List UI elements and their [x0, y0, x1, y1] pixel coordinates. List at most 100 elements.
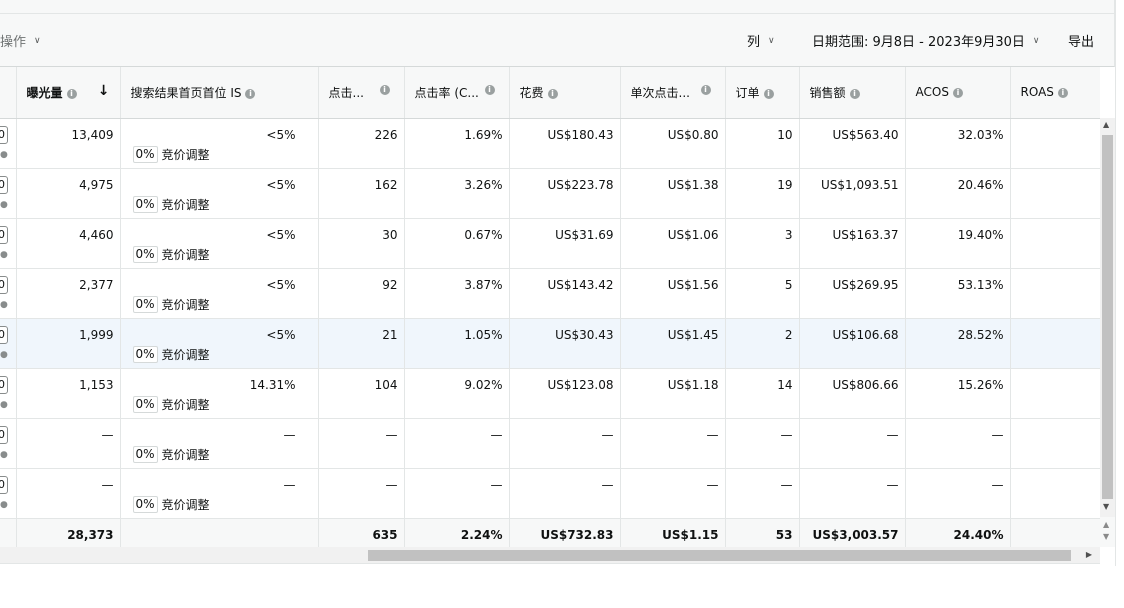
- row-select-cell: 0●: [0, 418, 17, 469]
- bid-input[interactable]: 0: [0, 375, 8, 394]
- bid-input[interactable]: 0: [0, 325, 8, 344]
- sort-descending-icon[interactable]: ↓: [98, 83, 110, 99]
- bid-adjustment[interactable]: 0% 竞价调整: [132, 445, 210, 463]
- header-left-edge: [0, 67, 17, 119]
- header-spend[interactable]: 花费 i: [509, 67, 621, 119]
- info-icon[interactable]: i: [379, 85, 390, 95]
- row-select-cell: 0●: [0, 318, 17, 369]
- total-is: [120, 518, 319, 547]
- table-row[interactable]: 0●1,999<5%0%竞价调整211.05%US$30.43US$1.452U…: [0, 318, 1100, 369]
- info-icon[interactable]: i: [952, 88, 963, 99]
- date-range-dropdown[interactable]: 日期范围: 9月8日 - 2023年9月30日 ∨: [812, 31, 1040, 50]
- header-orders[interactable]: 订单 i: [725, 67, 800, 119]
- orders-cell: —: [725, 468, 800, 519]
- sales-cell: —: [799, 418, 906, 469]
- bid-adjustment[interactable]: 0% 竞价调整: [132, 295, 210, 313]
- header-cpc[interactable]: 单次点击... i: [620, 67, 726, 119]
- top-of-search-is-cell: <5% 0% 竞价调整: [120, 318, 319, 369]
- vertical-scrollbar[interactable]: ▲ ▼: [1100, 118, 1115, 547]
- roas-cell: 5.1: [1010, 218, 1100, 269]
- dot-icon: ●: [0, 499, 8, 510]
- orders-cell: 3: [725, 218, 800, 269]
- bid-adjust-percent[interactable]: 0%: [132, 295, 158, 313]
- header-roas[interactable]: ROAS i: [1010, 67, 1100, 119]
- total-cpc: US$1.15: [620, 518, 726, 547]
- table-row[interactable]: 0●——0%竞价调整———————-: [0, 468, 1100, 519]
- impressions-cell: 2,377: [16, 268, 121, 319]
- info-icon[interactable]: i: [547, 88, 558, 99]
- bid-adjustment[interactable]: 0% 竞价调整: [132, 245, 210, 263]
- table-row[interactable]: 0●2,377<5%0%竞价调整923.87%US$143.42US$1.565…: [0, 268, 1100, 319]
- acos-cell: 15.26%: [905, 368, 1011, 419]
- bid-input[interactable]: 0: [0, 475, 8, 494]
- bid-input[interactable]: 0: [0, 225, 8, 244]
- scroll-right-icon[interactable]: ▶: [1086, 550, 1092, 559]
- scroll-up-icon[interactable]: ▲: [1103, 120, 1109, 129]
- table-row[interactable]: 0●4,460<5%0%竞价调整300.67%US$31.69US$1.063U…: [0, 218, 1100, 269]
- bid-adjust-percent[interactable]: 0%: [132, 195, 158, 213]
- header-top-of-search-is[interactable]: 搜索结果首页首位 IS i: [120, 67, 319, 119]
- columns-dropdown[interactable]: 列 ∨: [747, 31, 775, 50]
- scroll-down-icon[interactable]: ▼: [1103, 502, 1109, 511]
- actions-dropdown[interactable]: 操作 ∨: [0, 31, 41, 50]
- bid-adjust-percent[interactable]: 0%: [132, 345, 158, 363]
- bid-adjust-percent[interactable]: 0%: [132, 245, 158, 263]
- dot-icon: ●: [0, 249, 8, 260]
- bid-adjust-percent[interactable]: 0%: [132, 445, 158, 463]
- bid-adjustment[interactable]: 0% 竞价调整: [132, 395, 210, 413]
- info-icon[interactable]: i: [763, 88, 774, 99]
- row-select-cell: 0●: [0, 168, 17, 219]
- info-icon[interactable]: i: [700, 85, 711, 95]
- bid-input[interactable]: 0: [0, 175, 8, 194]
- acos-cell: 53.13%: [905, 268, 1011, 319]
- clicks-cell: —: [318, 418, 405, 469]
- bid-adjust-percent[interactable]: 0%: [132, 145, 158, 163]
- orders-cell: 5: [725, 268, 800, 319]
- scroll-up-icon[interactable]: ▲: [1103, 520, 1109, 529]
- bid-input[interactable]: 0: [0, 425, 8, 444]
- header-spend-label: 花费: [519, 85, 544, 100]
- bid-input[interactable]: 0: [0, 125, 8, 144]
- bid-adjustment[interactable]: 0% 竞价调整: [132, 495, 210, 513]
- info-icon[interactable]: i: [1057, 88, 1068, 99]
- bid-adjustment[interactable]: 0% 竞价调整: [132, 345, 210, 363]
- header-acos[interactable]: ACOS i: [905, 67, 1011, 119]
- horizontal-scrollbar[interactable]: ▶: [0, 547, 1100, 564]
- table-row[interactable]: 0●1,15314.31%0%竞价调整1049.02%US$123.08US$1…: [0, 368, 1100, 419]
- spend-cell: US$180.43: [509, 118, 621, 169]
- scroll-down-icon[interactable]: ▼: [1103, 532, 1109, 541]
- is-value: <5%: [266, 227, 296, 242]
- info-icon[interactable]: i: [245, 88, 256, 99]
- info-icon[interactable]: i: [849, 88, 860, 99]
- header-sales[interactable]: 销售额 i: [799, 67, 906, 119]
- table-toolbar: 操作 ∨ 列 ∨ 日期范围: 9月8日 - 2023年9月30日 ∨ 导出: [0, 14, 1115, 67]
- roas-cell: 6.5: [1010, 368, 1100, 419]
- header-ctr[interactable]: 点击率 (C... i: [404, 67, 510, 119]
- sales-cell: US$563.40: [799, 118, 906, 169]
- horizontal-scroll-thumb[interactable]: [368, 550, 1071, 561]
- spend-cell: US$123.08: [509, 368, 621, 419]
- table-row[interactable]: 0●13,409<5%0%竞价调整2261.69%US$180.43US$0.8…: [0, 118, 1100, 169]
- header-impressions[interactable]: 曝光量 i ↓: [16, 67, 121, 119]
- table-row[interactable]: 0●——0%竞价调整———————-: [0, 418, 1100, 469]
- header-cpc-label: 单次点击...: [630, 85, 690, 100]
- impressions-cell: 1,999: [16, 318, 121, 369]
- header-clicks[interactable]: 点击... i: [318, 67, 405, 119]
- bid-adjust-percent[interactable]: 0%: [132, 495, 158, 513]
- acos-cell: —: [905, 418, 1011, 469]
- clicks-cell: —: [318, 468, 405, 519]
- bid-adjustment[interactable]: 0% 竞价调整: [132, 145, 210, 163]
- info-icon[interactable]: i: [484, 85, 495, 95]
- bid-input[interactable]: 0: [0, 275, 8, 294]
- sales-cell: US$106.68: [799, 318, 906, 369]
- vertical-scroll-thumb[interactable]: [1102, 135, 1113, 499]
- ctr-cell: 9.02%: [404, 368, 510, 419]
- bid-adjust-percent[interactable]: 0%: [132, 395, 158, 413]
- info-icon[interactable]: i: [66, 88, 77, 99]
- table-row[interactable]: 0●4,975<5%0%竞价调整1623.26%US$223.78US$1.38…: [0, 168, 1100, 219]
- bid-adjustment[interactable]: 0% 竞价调整: [132, 195, 210, 213]
- export-button[interactable]: 导出: [1068, 31, 1094, 50]
- top-of-search-is-cell: <5% 0% 竞价调整: [120, 168, 319, 219]
- sales-cell: US$1,093.51: [799, 168, 906, 219]
- row-select-cell: 0●: [0, 468, 17, 519]
